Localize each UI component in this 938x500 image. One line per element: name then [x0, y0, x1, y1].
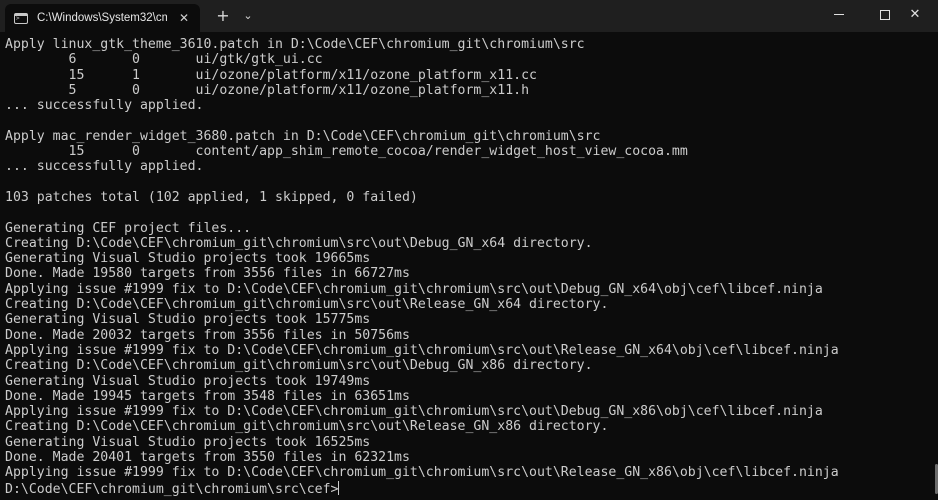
console-line: 15 1 ui/ozone/platform/x11/ozone_platfor… — [5, 67, 537, 83]
terminal-window: C:\Windows\System32\cmd.e ✕ + ⌄ ✕ Apply … — [0, 0, 938, 500]
minimize-icon — [834, 14, 844, 15]
prompt-text: D:\Code\CEF\chromium_git\chromium\src\ce… — [5, 481, 339, 497]
new-tab-button[interactable]: + — [214, 7, 232, 25]
command-prompt[interactable]: D:\Code\CEF\chromium_git\chromium\src\ce… — [5, 480, 935, 497]
console-line: Creating D:\Code\CEF\chromium_git\chromi… — [5, 419, 609, 435]
console-line: 15 0 content/app_shim_remote_cocoa/rende… — [5, 144, 688, 160]
console-output[interactable]: Apply linux_gtk_theme_3610.patch in D:\C… — [5, 37, 935, 500]
text-cursor — [338, 480, 340, 495]
console-line: Apply linux_gtk_theme_3610.patch in D:\C… — [5, 37, 585, 52]
chevron-down-icon[interactable]: ⌄ — [240, 8, 256, 24]
console-line: Creating D:\Code\CEF\chromium_git\chromi… — [5, 297, 609, 313]
console-line: Done. Made 19580 targets from 3556 files… — [5, 266, 410, 282]
tab-cmd[interactable]: C:\Windows\System32\cmd.e ✕ — [5, 4, 200, 32]
console-line: Generating Visual Studio projects took 1… — [5, 373, 371, 389]
console-line: Generating CEF project files... — [5, 220, 252, 236]
console-line: Generating Visual Studio projects took 1… — [5, 251, 371, 267]
console-line: Generating Visual Studio projects took 1… — [5, 312, 371, 328]
console-line: 103 patches total (102 applied, 1 skippe… — [5, 189, 418, 205]
console-line: Generating Visual Studio projects took 1… — [5, 434, 371, 450]
close-tab-icon[interactable]: ✕ — [176, 10, 192, 26]
terminal-icon — [14, 12, 28, 24]
title-bar[interactable]: C:\Windows\System32\cmd.e ✕ + ⌄ ✕ — [0, 0, 938, 32]
console-line: 5 0 ui/ozone/platform/x11/ozone_platform… — [5, 82, 530, 98]
console-line: Applying issue #1999 fix to D:\Code\CEF\… — [5, 342, 839, 358]
console-line: Done. Made 19945 targets from 3548 files… — [5, 388, 410, 404]
console-line: Creating D:\Code\CEF\chromium_git\chromi… — [5, 235, 593, 251]
console-line: Applying issue #1999 fix to D:\Code\CEF\… — [5, 465, 839, 481]
maximize-icon — [880, 9, 890, 20]
close-window-button[interactable]: ✕ — [892, 0, 938, 30]
console-line: Apply mac_render_widget_3680.patch in D:… — [5, 128, 601, 144]
console-line: Done. Made 20032 targets from 3556 files… — [5, 327, 410, 343]
console-line: Applying issue #1999 fix to D:\Code\CEF\… — [5, 281, 823, 297]
console-line: Applying issue #1999 fix to D:\Code\CEF\… — [5, 404, 823, 420]
console-line: Creating D:\Code\CEF\chromium_git\chromi… — [5, 358, 593, 374]
tab-title: C:\Windows\System32\cmd.e — [37, 12, 167, 24]
console-line: ... successfully applied. — [5, 159, 204, 175]
console-line: Done. Made 20401 targets from 3550 files… — [5, 450, 410, 466]
minimize-button[interactable] — [816, 0, 862, 30]
console-line: ... successfully applied. — [5, 98, 204, 114]
console-line: 6 0 ui/gtk/gtk_ui.cc — [5, 52, 323, 68]
